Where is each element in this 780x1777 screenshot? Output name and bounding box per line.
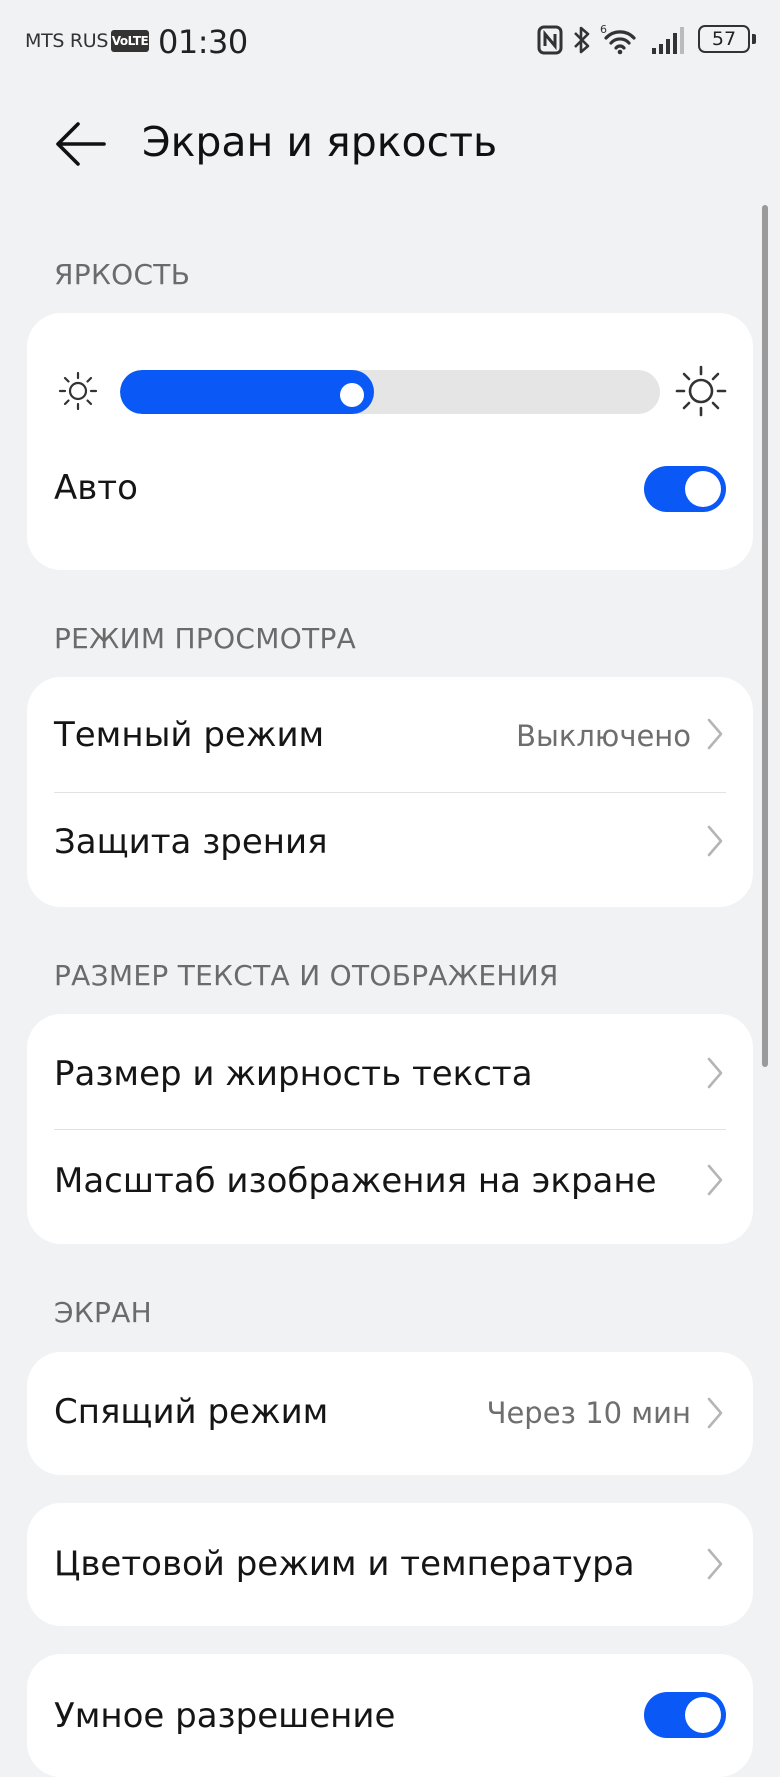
eye-comfort-label: Защита зрения	[54, 822, 328, 862]
display-scale-label: Масштаб изображения на экране	[54, 1161, 657, 1201]
chevron-right-icon	[707, 718, 723, 750]
brightness-card: Авто	[27, 313, 753, 570]
toggle-knob	[685, 471, 721, 507]
auto-brightness-row[interactable]: Авто	[27, 438, 753, 548]
text-size-row[interactable]: Размер и жирность текста	[27, 1014, 753, 1129]
smart-resolution-label: Умное разрешение	[54, 1696, 396, 1736]
chevron-right-icon	[707, 1164, 723, 1196]
dark-mode-value: Выключено	[516, 719, 691, 753]
volte-badge: VoLTE	[111, 30, 149, 52]
section-view-mode: РЕЖИМ ПРОСМОТРА	[54, 622, 357, 655]
brightness-slider-fill	[120, 370, 374, 414]
bluetooth-icon	[574, 26, 590, 54]
wifi-icon: 6	[600, 24, 636, 55]
section-text-display: РАЗМЕР ТЕКСТА И ОТОБРАЖЕНИЯ	[54, 959, 559, 992]
sun-large-icon	[675, 365, 727, 417]
chevron-right-icon	[707, 1548, 723, 1580]
auto-brightness-label: Авто	[54, 468, 138, 508]
display-scale-row[interactable]: Масштаб изображения на экране	[27, 1129, 753, 1244]
text-size-label: Размер и жирность текста	[54, 1054, 533, 1094]
toggle-knob	[685, 1697, 721, 1733]
dark-mode-label: Темный режим	[54, 715, 325, 755]
section-brightness: ЯРКОСТЬ	[54, 258, 191, 291]
text-display-card: Размер и жирность текста Масштаб изображ…	[27, 1014, 753, 1244]
chevron-right-icon	[707, 1057, 723, 1089]
smart-resolution-card: Умное разрешение	[27, 1654, 753, 1777]
brightness-slider-thumb[interactable]	[340, 383, 364, 407]
chevron-right-icon	[707, 1397, 723, 1429]
nfc-icon	[537, 25, 563, 55]
battery-icon: 57	[698, 25, 750, 53]
battery-tip	[752, 34, 756, 44]
color-mode-label: Цветовой режим и температура	[54, 1544, 635, 1584]
wifi-badge: 6	[600, 24, 607, 36]
color-mode-row[interactable]: Цветовой режим и температура	[27, 1503, 753, 1626]
brightness-slider[interactable]	[120, 370, 660, 414]
section-screen: ЭКРАН	[54, 1296, 153, 1329]
arrow-left-icon[interactable]	[54, 120, 110, 168]
status-bar: MTS RUS VoLTE 01:30 6 57	[0, 0, 780, 84]
chevron-right-icon	[707, 825, 723, 857]
smart-resolution-toggle[interactable]	[644, 1692, 726, 1738]
sleep-row[interactable]: Спящий режим Через 10 мин	[27, 1352, 753, 1475]
signal-icon	[652, 27, 684, 54]
status-time: 01:30	[158, 23, 248, 61]
auto-brightness-toggle[interactable]	[644, 466, 726, 512]
scrollbar[interactable]	[762, 205, 768, 1067]
page-title: Экран и яркость	[142, 118, 498, 166]
sleep-card: Спящий режим Через 10 мин	[27, 1352, 753, 1475]
eye-comfort-row[interactable]: Защита зрения	[27, 792, 753, 907]
sun-small-icon	[58, 371, 98, 411]
color-mode-card: Цветовой режим и температура	[27, 1503, 753, 1626]
carrier-label: MTS RUS	[25, 30, 109, 52]
smart-resolution-row[interactable]: Умное разрешение	[27, 1654, 753, 1777]
page-header: Экран и яркость	[0, 100, 780, 190]
dark-mode-row[interactable]: Темный режим Выключено	[27, 677, 753, 792]
sleep-value: Через 10 мин	[486, 1396, 691, 1430]
view-mode-card: Темный режим Выключено Защита зрения	[27, 677, 753, 907]
sleep-label: Спящий режим	[54, 1392, 329, 1432]
